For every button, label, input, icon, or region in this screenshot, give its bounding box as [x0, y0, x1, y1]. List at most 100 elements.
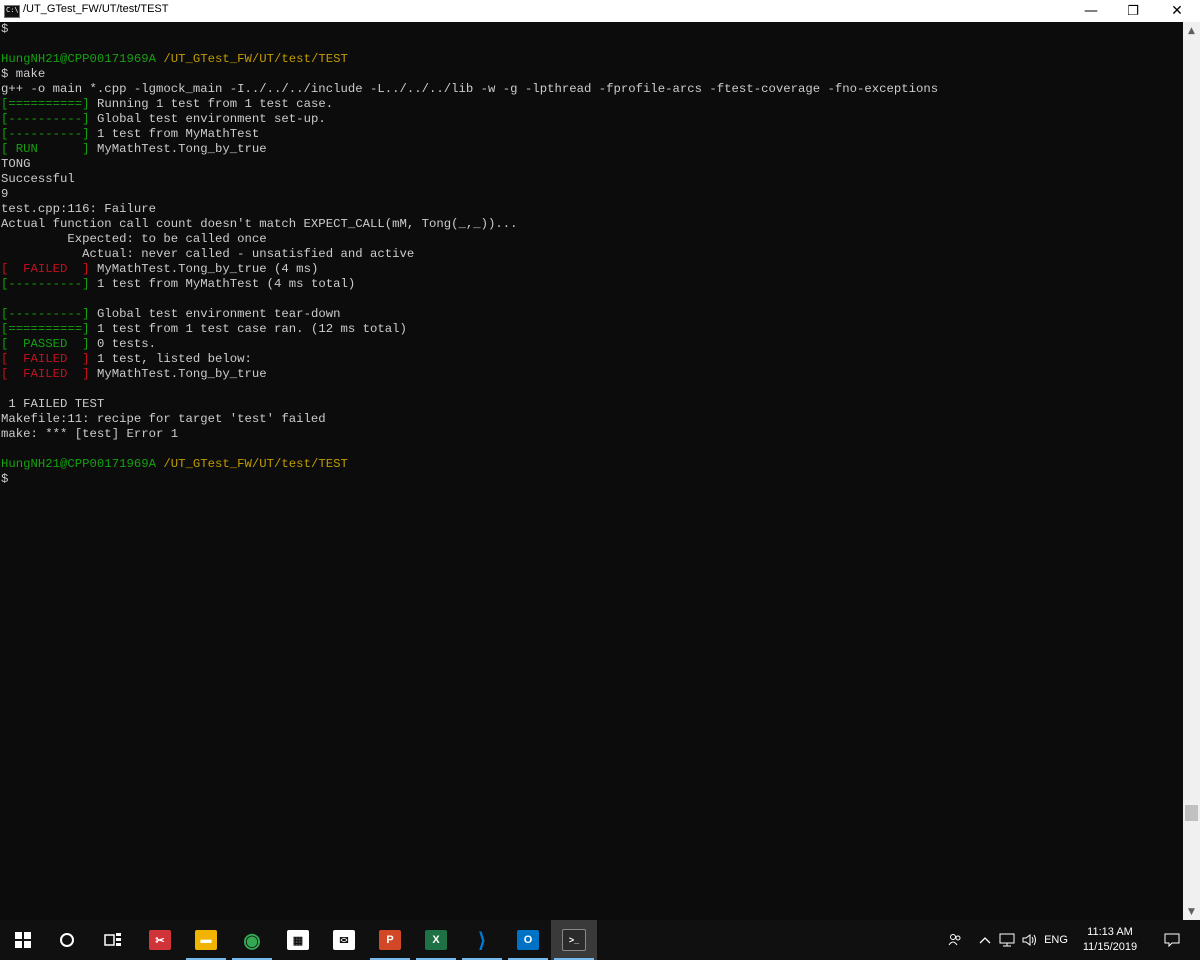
- terminal-text-segment: [==========]: [1, 97, 90, 111]
- volume-icon[interactable]: [1018, 920, 1040, 960]
- clock[interactable]: 11:13 AM 11/15/2019: [1074, 920, 1146, 960]
- terminal-text-segment: [ RUN ]: [1, 142, 90, 156]
- terminal-text-segment: MyMathTest.Tong_by_true: [89, 142, 267, 156]
- console-app-icon: C:\: [4, 5, 20, 18]
- terminal-text-segment: [----------]: [1, 277, 90, 291]
- terminal-line: make: *** [test] Error 1: [1, 427, 1183, 442]
- terminal-line: [----------] 1 test from MyMathTest (4 m…: [1, 277, 1183, 292]
- terminal-line: Actual: never called - unsatisfied and a…: [1, 247, 1183, 262]
- terminal-text-segment: g++ -o main *.cpp -lgmock_main -I../../.…: [1, 82, 939, 96]
- window-title-bar[interactable]: C:\ /UT_GTest_FW/UT/test/TEST — ❐ ✕: [0, 0, 1200, 23]
- terminal-line: [==========] Running 1 test from 1 test …: [1, 97, 1183, 112]
- terminal-text-segment: test.cpp:116: Failure: [1, 202, 156, 216]
- terminal-text-segment: 1 test from MyMathTest: [89, 127, 260, 141]
- terminal-text-segment: Actual function call count doesn't match…: [1, 217, 518, 231]
- excel-icon: X: [425, 930, 447, 950]
- taskbar-app-snipping-tool[interactable]: ✂: [137, 920, 183, 960]
- terminal-text-segment: [ FAILED ]: [1, 262, 90, 276]
- terminal-text-segment: [----------]: [1, 127, 90, 141]
- store-icon: ▦: [287, 930, 309, 950]
- system-tray: ENG 11:13 AM 11/15/2019: [940, 920, 1200, 960]
- terminal-line: Successful: [1, 172, 1183, 187]
- minimize-button[interactable]: —: [1068, 0, 1114, 22]
- network-icon[interactable]: [996, 920, 1018, 960]
- terminal-output[interactable]: $ HungNH21@CPP00171969A /UT_GTest_FW/UT/t…: [0, 22, 1183, 920]
- taskbar-app-outlook[interactable]: O: [505, 920, 551, 960]
- terminal-line: $: [1, 22, 1183, 37]
- vscode-icon: ⟩: [478, 929, 486, 952]
- taskbar-app-store[interactable]: ▦: [275, 920, 321, 960]
- terminal-text-segment: [ PASSED ]: [1, 337, 90, 351]
- taskbar-app-vscode[interactable]: ⟩: [459, 920, 505, 960]
- terminal-text-segment: 1 test from 1 test case ran. (12 ms tota…: [89, 322, 407, 336]
- terminal-line: g++ -o main *.cpp -lgmock_main -I../../.…: [1, 82, 1183, 97]
- terminal-line: $ make: [1, 67, 1183, 82]
- scroll-down-arrow-icon[interactable]: ▼: [1183, 903, 1200, 920]
- taskbar-app-powerpoint[interactable]: P: [367, 920, 413, 960]
- mail-icon: ✉: [333, 930, 355, 950]
- scroll-up-arrow-icon[interactable]: ▲: [1183, 22, 1200, 39]
- terminal-text-segment: 1 test from MyMathTest (4 ms total): [89, 277, 356, 291]
- terminal-line: [ FAILED ] MyMathTest.Tong_by_true: [1, 367, 1183, 382]
- taskbar-app-terminal[interactable]: >_: [551, 920, 597, 960]
- terminal-text-segment: Global test environment set-up.: [89, 112, 326, 126]
- taskbar-app-mail[interactable]: ✉: [321, 920, 367, 960]
- terminal-text-segment: [==========]: [1, 322, 90, 336]
- language-indicator[interactable]: ENG: [1040, 920, 1072, 960]
- terminal-text-segment: HungNH21@CPP00171969A: [1, 52, 156, 66]
- terminal-line: [ RUN ] MyMathTest.Tong_by_true: [1, 142, 1183, 157]
- terminal-text-segment: 1 test, listed below:: [89, 352, 252, 366]
- terminal-line: HungNH21@CPP00171969A /UT_GTest_FW/UT/te…: [1, 52, 1183, 67]
- terminal-line: [==========] 1 test from 1 test case ran…: [1, 322, 1183, 337]
- terminal-text-segment: TONG: [1, 157, 31, 171]
- console-app-icon-label: C:\: [6, 6, 19, 14]
- terminal-text-segment: HungNH21@CPP00171969A: [1, 457, 156, 471]
- terminal-line: Actual function call count doesn't match…: [1, 217, 1183, 232]
- terminal-text-segment: [ FAILED ]: [1, 352, 90, 366]
- terminal-line: [----------] Global test environment set…: [1, 112, 1183, 127]
- terminal-text-segment: Actual: never called - unsatisfied and a…: [1, 247, 415, 261]
- cortana-circle-icon[interactable]: [44, 920, 90, 960]
- people-icon[interactable]: [940, 920, 970, 960]
- terminal-line: Expected: to be called once: [1, 232, 1183, 247]
- restore-button[interactable]: ❐: [1110, 0, 1156, 22]
- terminal-text: $ HungNH21@CPP00171969A /UT_GTest_FW/UT/t…: [0, 22, 1183, 487]
- terminal-line: 1 FAILED TEST: [1, 397, 1183, 412]
- notification-icon[interactable]: [1152, 920, 1192, 960]
- terminal-line: [ FAILED ] MyMathTest.Tong_by_true (4 ms…: [1, 262, 1183, 277]
- windows-start-icon[interactable]: [0, 920, 46, 960]
- taskbar-app-excel[interactable]: X: [413, 920, 459, 960]
- task-view-icon[interactable]: [90, 920, 136, 960]
- taskbar: ✂ ▬ ◉ ▦ ✉ P X ⟩ O >_ ENG 11:13 AM 11/15/2019: [0, 920, 1200, 960]
- terminal-text-segment: 1 FAILED TEST: [1, 397, 105, 411]
- terminal-line: [ FAILED ] 1 test, listed below:: [1, 352, 1183, 367]
- taskbar-app-chrome[interactable]: ◉: [229, 920, 275, 960]
- vertical-scrollbar[interactable]: ▲ ▼: [1183, 22, 1200, 920]
- close-button[interactable]: ✕: [1154, 0, 1200, 22]
- terminal-text-segment: Successful: [1, 172, 75, 186]
- terminal-line: [ PASSED ] 0 tests.: [1, 337, 1183, 352]
- terminal-text-segment: [----------]: [1, 112, 90, 126]
- terminal-text-segment: [----------]: [1, 307, 90, 321]
- terminal-line: [----------] 1 test from MyMathTest: [1, 127, 1183, 142]
- scroll-thumb[interactable]: [1185, 805, 1198, 821]
- terminal-line: $: [1, 472, 1183, 487]
- terminal-text-segment: MyMathTest.Tong_by_true: [89, 367, 267, 381]
- terminal-line: [----------] Global test environment tea…: [1, 307, 1183, 322]
- terminal-line: 9: [1, 187, 1183, 202]
- terminal-text-segment: $: [1, 472, 9, 486]
- terminal-text-segment: MyMathTest.Tong_by_true (4 ms): [89, 262, 319, 276]
- terminal-text-segment: 9: [1, 187, 9, 201]
- chrome-icon: ◉: [243, 929, 261, 952]
- taskbar-app-file-explorer[interactable]: ▬: [183, 920, 229, 960]
- terminal-text-segment: $: [1, 22, 9, 36]
- terminal-text-segment: Expected: to be called once: [1, 232, 267, 246]
- terminal-text-segment: 0 tests.: [89, 337, 156, 351]
- terminal-text-segment: Running 1 test from 1 test case.: [89, 97, 334, 111]
- chevron-up-icon[interactable]: [974, 920, 996, 960]
- terminal-line: test.cpp:116: Failure: [1, 202, 1183, 217]
- terminal-text-segment: Global test environment tear-down: [89, 307, 341, 321]
- terminal-icon: >_: [562, 929, 586, 951]
